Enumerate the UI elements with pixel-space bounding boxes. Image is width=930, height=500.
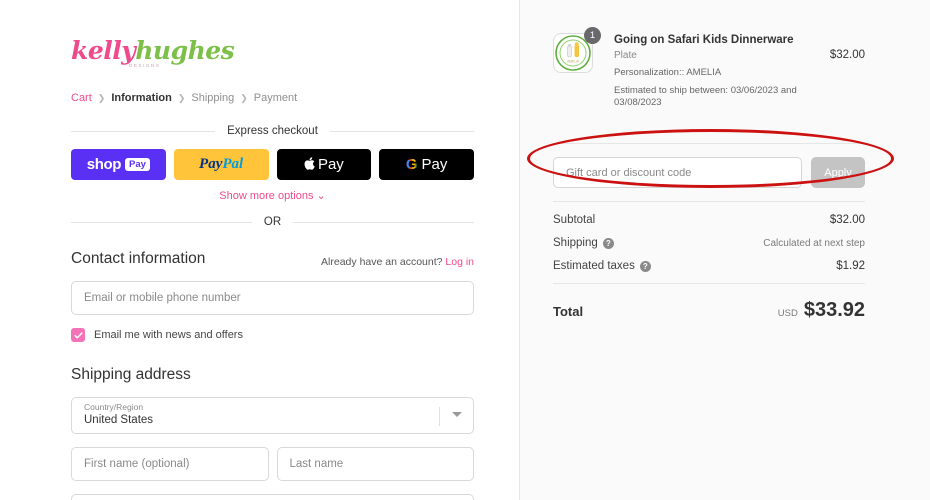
divider-line-right [329,130,475,132]
taxes-value: $1.92 [836,260,865,272]
total-row: Total USD $33.92 [553,299,865,322]
summary-divider-2 [553,201,865,202]
quantity-badge: 1 [584,27,601,44]
last-name-field-wrapper[interactable] [276,447,474,481]
total-label: Total [553,304,584,319]
subtotal-value: $32.00 [829,214,865,226]
breadcrumb-separator-3: ❯ [240,92,248,103]
email-field-wrapper[interactable] [71,281,474,315]
discount-input-wrapper[interactable] [553,157,802,188]
newsletter-checkbox-row[interactable]: Email me with news and offers [71,328,474,342]
breadcrumb-cart[interactable]: Cart [71,92,92,104]
summary-divider-3 [553,283,865,284]
country-region-label: Country/Region [84,402,144,412]
total-currency: USD [777,308,798,319]
divider-line-left [71,130,216,132]
shipping-value: Calculated at next step [763,237,865,249]
account-prompt: Already have an account? Log in [321,256,474,268]
address-field-wrapper[interactable] [71,494,474,500]
shipping-label: Shipping [553,237,598,249]
breadcrumb-shipping[interactable]: Shipping [191,92,234,104]
email-input[interactable] [84,292,461,304]
contact-information-title: Contact information [71,250,206,267]
discount-code-row: Apply [553,157,865,188]
product-name: Going on Safari Kids Dinnerware [614,34,794,46]
last-name-input[interactable] [289,458,461,470]
express-checkout-buttons: shop Pay Pay Pal Pay G Pay [71,149,474,180]
summary-divider-1 [553,143,865,144]
logo-primary-text: kelly [71,36,136,65]
select-divider [439,407,440,426]
shipping-row: Shipping ? Calculated at next step [553,237,865,249]
shipping-help-icon[interactable]: ? [602,237,614,249]
express-checkout-label: Express checkout [227,125,318,137]
contact-information-header: Contact information Already have an acco… [71,250,474,268]
checkout-page: kellyhughes DESIGNS Cart ❯ Information ❯… [0,0,930,500]
product-ship-estimate: Estimated to ship between: 03/06/2023 an… [614,85,797,108]
logo-subtitle: DESIGNS [129,63,161,68]
express-checkout-divider: Express checkout [71,125,475,137]
shop-pay-button[interactable]: shop Pay [71,149,166,180]
logo-secondary-text: hughes [135,36,235,65]
show-more-options-link[interactable]: Show more options ⌄ [71,189,474,202]
totals-section: Subtotal $32.00 Shipping ? Calculated at… [553,214,865,272]
svg-text:AMELIA: AMELIA [567,60,580,64]
order-line-item: AMELIA 1 Going on Safari Kids Dinnerware… [553,27,865,109]
first-name-input[interactable] [84,458,256,470]
apple-pay-word: Pay [317,156,344,173]
account-prompt-text: Already have an account? [321,256,443,268]
taxes-label: Estimated taxes [553,260,635,272]
breadcrumb-payment[interactable]: Payment [254,92,297,104]
or-line-left [71,221,252,223]
or-line-right [293,221,474,223]
or-divider: OR [71,216,474,228]
subtotal-label: Subtotal [553,214,596,226]
google-pay-word: Pay [421,156,448,173]
newsletter-checkbox[interactable] [71,328,85,342]
login-link[interactable]: Log in [445,256,474,268]
country-region-select[interactable]: Country/Region United States [71,397,474,434]
subtotal-row: Subtotal $32.00 [553,214,865,226]
shipping-address-title: Shipping address [71,366,191,383]
apply-discount-button[interactable]: Apply [811,157,865,188]
paypal-button[interactable]: Pay Pal [173,149,269,180]
breadcrumb-separator-1: ❯ [97,92,106,103]
apple-pay-button[interactable]: Pay [276,149,372,180]
store-logo[interactable]: kellyhughes DESIGNS [71,38,474,78]
newsletter-label: Email me with news and offers [94,329,243,341]
or-label: OR [263,216,282,228]
total-value-group: USD $33.92 [778,299,865,322]
discount-code-input[interactable] [566,166,789,179]
shop-pay-word: shop [86,156,122,173]
taxes-label-group: Estimated taxes ? [553,260,651,272]
checkmark-icon [73,331,83,338]
google-pay-button[interactable]: G Pay [379,149,474,180]
product-personalization: Personalization:: AMELIA [614,67,722,78]
product-thumbnail-wrapper: AMELIA 1 [553,27,601,73]
first-name-field-wrapper[interactable] [71,447,269,481]
paypal-word-b: Pal [222,156,244,172]
breadcrumb-information[interactable]: Information [111,92,172,104]
breadcrumb: Cart ❯ Information ❯ Shipping ❯ Payment [71,92,474,104]
total-value: $33.92 [803,299,865,321]
taxes-help-icon[interactable]: ? [639,260,651,272]
taxes-row: Estimated taxes ? $1.92 [553,260,865,272]
checkout-form-column: kellyhughes DESIGNS Cart ❯ Information ❯… [0,0,519,500]
shop-pay-badge: Pay [125,158,150,171]
breadcrumb-separator-2: ❯ [177,92,186,103]
apple-logo-icon [304,157,315,172]
chevron-down-icon[interactable] [452,412,462,417]
name-fields-row [71,434,474,481]
product-variant: Plate [614,50,637,61]
paypal-word-a: Pay [199,156,223,172]
line-item-info: Going on Safari Kids Dinnerware Plate Pe… [614,33,820,109]
order-summary-column: AMELIA 1 Going on Safari Kids Dinnerware… [519,0,930,500]
shipping-label-group: Shipping ? [553,237,614,249]
google-logo-icon: G [405,156,418,173]
product-price: $32.00 [829,49,865,61]
country-region-value: United States [84,414,154,426]
